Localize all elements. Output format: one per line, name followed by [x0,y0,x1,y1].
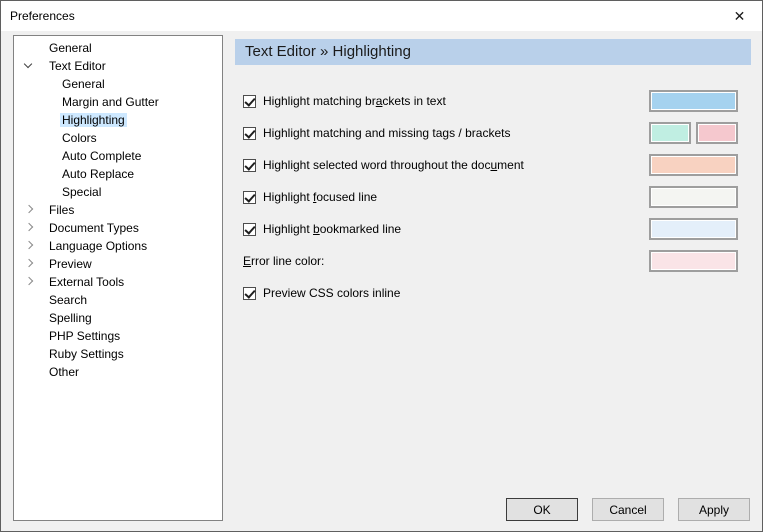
window-title: Preferences [1,9,75,23]
setting-row-preview-css-colors-inline: Preview CSS colors inline [235,277,751,309]
setting-label: Preview CSS colors inline [263,286,400,300]
settings-panel: Text Editor » Highlighting Highlight mat… [235,39,751,309]
tree-item-label: Ruby Settings [47,347,126,361]
sidebar-item-auto-replace[interactable]: Auto Replace [14,165,222,183]
sidebar-item-margin-and-gutter[interactable]: Margin and Gutter [14,93,222,111]
setting-label: Highlight matching brackets in text [263,94,446,108]
sidebar-item-preview[interactable]: Preview [14,255,222,273]
footer-buttons: OK Cancel Apply [506,498,750,521]
swatch-group [649,186,738,208]
close-icon: ✕ [734,8,746,25]
checkbox-highlight-matching-and-missing-tags-brackets[interactable] [243,127,256,140]
checkbox-highlight-bookmarked-line[interactable] [243,223,256,236]
setting-row-highlight-selected-word-throughout-the-document: Highlight selected word throughout the d… [235,149,751,181]
tree-item-label: Highlighting [60,113,127,127]
title-bar: Preferences ✕ [1,1,762,31]
color-swatch-highlight-matching-and-missing-tags-brackets-2[interactable] [696,122,738,144]
sidebar-item-language-options[interactable]: Language Options [14,237,222,255]
tree-item-label: Language Options [47,239,149,253]
setting-row-highlight-matching-and-missing-tags-brackets: Highlight matching and missing tags / br… [235,117,751,149]
sidebar-item-special[interactable]: Special [14,183,222,201]
setting-label: Highlight selected word throughout the d… [263,158,524,172]
setting-row-error-line-color: Error line color: [235,245,751,277]
tree-item-label: Files [47,203,76,217]
tree-item-label: Auto Replace [60,167,136,181]
chevron-right-icon[interactable] [25,205,33,213]
checkbox-highlight-matching-brackets-in-text[interactable] [243,95,256,108]
sidebar-item-general[interactable]: General [14,75,222,93]
sidebar-item-colors[interactable]: Colors [14,129,222,147]
close-button[interactable]: ✕ [717,1,762,31]
swatch-group [649,90,738,112]
sidebar-item-files[interactable]: Files [14,201,222,219]
settings-rows: Highlight matching brackets in text Highl… [235,85,751,309]
color-swatch-highlight-focused-line[interactable] [649,186,738,208]
tree-item-label: Other [47,365,81,379]
tree-item-label: Preview [47,257,94,271]
chevron-right-icon[interactable] [25,277,33,285]
tree-item-label: Colors [60,131,99,145]
sidebar-item-document-types[interactable]: Document Types [14,219,222,237]
setting-row-highlight-bookmarked-line: Highlight bookmarked line [235,213,751,245]
chevron-right-icon[interactable] [25,241,33,249]
tree-item-label: External Tools [47,275,126,289]
sidebar-item-ruby-settings[interactable]: Ruby Settings [14,345,222,363]
setting-label: Highlight bookmarked line [263,222,401,236]
tree-item-label: Search [47,293,89,307]
color-swatch-highlight-bookmarked-line[interactable] [649,218,738,240]
swatch-group [649,250,738,272]
tree-item-label: Spelling [47,311,94,325]
setting-label: Highlight matching and missing tags / br… [263,126,510,140]
preferences-dialog: Preferences ✕ General Text Editor General M… [0,0,763,532]
setting-row-highlight-focused-line: Highlight focused line [235,181,751,213]
setting-label: Highlight focused line [263,190,377,204]
apply-button[interactable]: Apply [678,498,750,521]
checkbox-highlight-selected-word-throughout-the-document[interactable] [243,159,256,172]
sidebar-item-general[interactable]: General [14,39,222,57]
chevron-right-icon[interactable] [25,259,33,267]
setting-row-highlight-matching-brackets-in-text: Highlight matching brackets in text [235,85,751,117]
sidebar-item-php-settings[interactable]: PHP Settings [14,327,222,345]
sidebar-item-spelling[interactable]: Spelling [14,309,222,327]
page-title: Text Editor » Highlighting [235,39,751,65]
sidebar-item-highlighting[interactable]: Highlighting [14,111,222,129]
tree-item-label: General [60,77,107,91]
sidebar-item-external-tools[interactable]: External Tools [14,273,222,291]
chevron-right-icon[interactable] [25,223,33,231]
swatch-group [649,154,738,176]
swatch-group [649,122,738,144]
ok-button[interactable]: OK [506,498,578,521]
tree-item-label: PHP Settings [47,329,122,343]
tree-item-label: Special [60,185,103,199]
tree-item-label: Document Types [47,221,141,235]
setting-label: Error line color: [243,254,324,268]
sidebar-item-search[interactable]: Search [14,291,222,309]
color-swatch-highlight-matching-brackets-in-text[interactable] [649,90,738,112]
tree-item-label: Margin and Gutter [60,95,161,109]
color-swatch-error-line-color[interactable] [649,250,738,272]
tree-item-label: General [47,41,94,55]
checkbox-preview-css-colors-inline[interactable] [243,287,256,300]
sidebar-item-other[interactable]: Other [14,363,222,381]
color-swatch-highlight-selected-word-throughout-the-document[interactable] [649,154,738,176]
tree-item-label: Auto Complete [60,149,143,163]
swatch-group [649,218,738,240]
cancel-button[interactable]: Cancel [592,498,664,521]
sidebar-tree: General Text Editor General Margin and Gutt… [13,35,223,521]
tree-item-label: Text Editor [47,59,108,73]
sidebar-item-text-editor[interactable]: Text Editor [14,57,222,75]
sidebar-item-auto-complete[interactable]: Auto Complete [14,147,222,165]
checkbox-highlight-focused-line[interactable] [243,191,256,204]
color-swatch-highlight-matching-and-missing-tags-brackets-1[interactable] [649,122,691,144]
chevron-down-icon[interactable] [24,60,32,68]
